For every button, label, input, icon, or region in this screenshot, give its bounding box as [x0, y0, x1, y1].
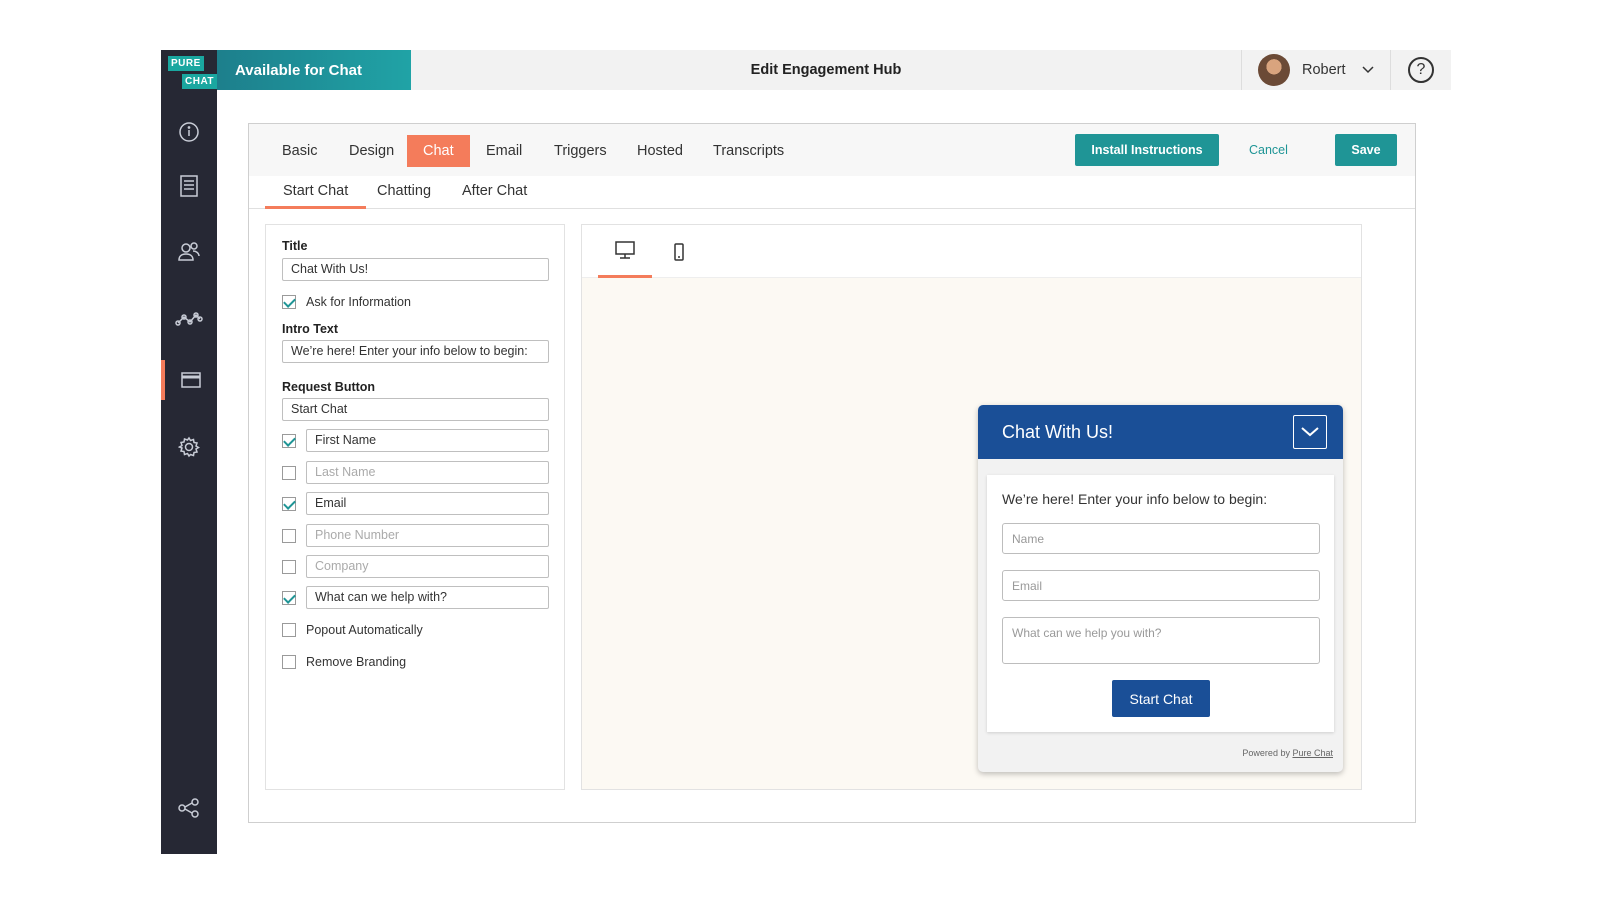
widget-powered-by: Powered by Pure Chat — [1242, 748, 1333, 758]
widget-header: Chat With Us! — [978, 405, 1343, 459]
widget-preview: Chat With Us! We’re here! Enter your inf… — [581, 224, 1362, 790]
availability-toggle[interactable]: Available for Chat — [217, 50, 411, 90]
powered-by-text: Powered by — [1242, 748, 1290, 758]
widget-name-input[interactable]: Name — [1002, 523, 1320, 554]
sidebar-item-analytics[interactable] — [161, 299, 217, 339]
widget-intro: We’re here! Enter your info below to beg… — [1002, 491, 1268, 507]
page-title: Edit Engagement Hub — [750, 62, 902, 78]
widget-help-input[interactable]: What can we help you with? — [1002, 617, 1320, 664]
sidebar: PURE CHAT — [161, 50, 218, 854]
company-checkbox[interactable] — [282, 560, 296, 574]
ask-info-label: Ask for Information — [306, 295, 411, 309]
intro-text-input[interactable]: We’re here! Enter your info below to beg… — [282, 340, 549, 363]
main-tabs: Basic Design Chat Email Triggers Hosted … — [249, 124, 1415, 176]
phone-field[interactable]: Phone Number — [306, 524, 549, 547]
ask-info-checkbox[interactable] — [282, 295, 296, 309]
widget-icon — [181, 372, 201, 388]
users-icon — [178, 242, 200, 261]
company-field[interactable]: Company — [306, 555, 549, 578]
help-question-checkbox[interactable] — [282, 591, 296, 605]
help-button[interactable]: ? — [1391, 50, 1451, 90]
purechat-logo[interactable]: PURE CHAT — [168, 56, 218, 96]
desktop-icon — [615, 241, 635, 259]
tab-hosted[interactable]: Hosted — [621, 135, 699, 167]
mobile-icon — [674, 242, 684, 261]
save-button[interactable]: Save — [1335, 134, 1397, 166]
remove-branding-label: Remove Branding — [306, 655, 407, 669]
edit-panel: Basic Design Chat Email Triggers Hosted … — [248, 123, 1416, 823]
subtab-after-chat[interactable]: After Chat — [444, 176, 545, 209]
info-icon — [179, 122, 199, 142]
request-button-input[interactable]: Start Chat — [282, 398, 549, 421]
remove-branding-checkbox[interactable] — [282, 655, 296, 669]
sub-tabs: Start Chat Chatting After Chat — [249, 176, 1415, 209]
share-icon — [178, 798, 199, 818]
sidebar-item-transcripts[interactable] — [161, 166, 217, 206]
subtab-start-chat[interactable]: Start Chat — [265, 176, 367, 209]
tab-chat[interactable]: Chat — [407, 135, 470, 167]
chat-widget: Chat With Us! We’re here! Enter your inf… — [978, 405, 1343, 772]
tab-triggers[interactable]: Triggers — [538, 135, 623, 167]
first-name-checkbox[interactable] — [282, 434, 296, 448]
chevron-down-icon — [1301, 427, 1319, 437]
last-name-field[interactable]: Last Name — [306, 461, 549, 484]
widget-body: We’re here! Enter your info below to beg… — [987, 475, 1334, 732]
user-name: Robert — [1302, 62, 1346, 78]
widget-email-input[interactable]: Email — [1002, 570, 1320, 601]
help-question-field[interactable]: What can we help with? — [306, 586, 549, 609]
chevron-down-icon — [1362, 66, 1374, 74]
intro-text-label: Intro Text — [282, 322, 339, 336]
sidebar-item-info[interactable] — [161, 112, 217, 152]
tab-design[interactable]: Design — [333, 135, 410, 167]
sidebar-item-integrations[interactable] — [161, 788, 217, 828]
title-label: Title — [282, 239, 308, 253]
first-name-field[interactable]: First Name — [306, 429, 549, 452]
top-bar: Available for Chat Edit Engagement Hub R… — [217, 50, 1451, 90]
avatar — [1258, 54, 1290, 86]
document-icon — [180, 175, 198, 197]
desktop-preview-tab[interactable] — [598, 225, 652, 278]
tab-basic[interactable]: Basic — [266, 135, 333, 167]
tab-email[interactable]: Email — [470, 135, 538, 167]
cancel-button[interactable]: Cancel — [1249, 134, 1288, 166]
sidebar-item-users[interactable] — [161, 231, 217, 271]
subtab-chatting[interactable]: Chatting — [359, 176, 449, 209]
popout-label: Popout Automatically — [306, 623, 423, 637]
gear-icon — [178, 436, 200, 458]
widget-start-chat-button[interactable]: Start Chat — [1112, 680, 1210, 717]
tab-transcripts[interactable]: Transcripts — [697, 135, 800, 167]
powered-by-link[interactable]: Pure Chat — [1292, 748, 1333, 758]
sidebar-item-widgets[interactable] — [161, 360, 217, 400]
analytics-icon — [175, 312, 203, 326]
logo-line1: PURE — [168, 56, 204, 71]
email-checkbox[interactable] — [282, 497, 296, 511]
mobile-preview-tab[interactable] — [652, 225, 706, 278]
email-field[interactable]: Email — [306, 492, 549, 515]
help-icon: ? — [1408, 57, 1434, 83]
request-button-label: Request Button — [282, 380, 376, 394]
logo-line2: CHAT — [182, 74, 218, 89]
phone-checkbox[interactable] — [282, 529, 296, 543]
title-input[interactable]: Chat With Us! — [282, 258, 549, 281]
widget-title: Chat With Us! — [1002, 421, 1114, 442]
popout-checkbox[interactable] — [282, 623, 296, 637]
device-toggle-bar — [582, 225, 1361, 278]
widget-collapse-button[interactable] — [1293, 415, 1327, 449]
last-name-checkbox[interactable] — [282, 466, 296, 480]
sidebar-item-settings[interactable] — [161, 427, 217, 467]
settings-form: Title Chat With Us! Ask for Information … — [265, 224, 565, 790]
user-menu[interactable]: Robert — [1241, 50, 1391, 90]
install-instructions-button[interactable]: Install Instructions — [1075, 134, 1219, 166]
